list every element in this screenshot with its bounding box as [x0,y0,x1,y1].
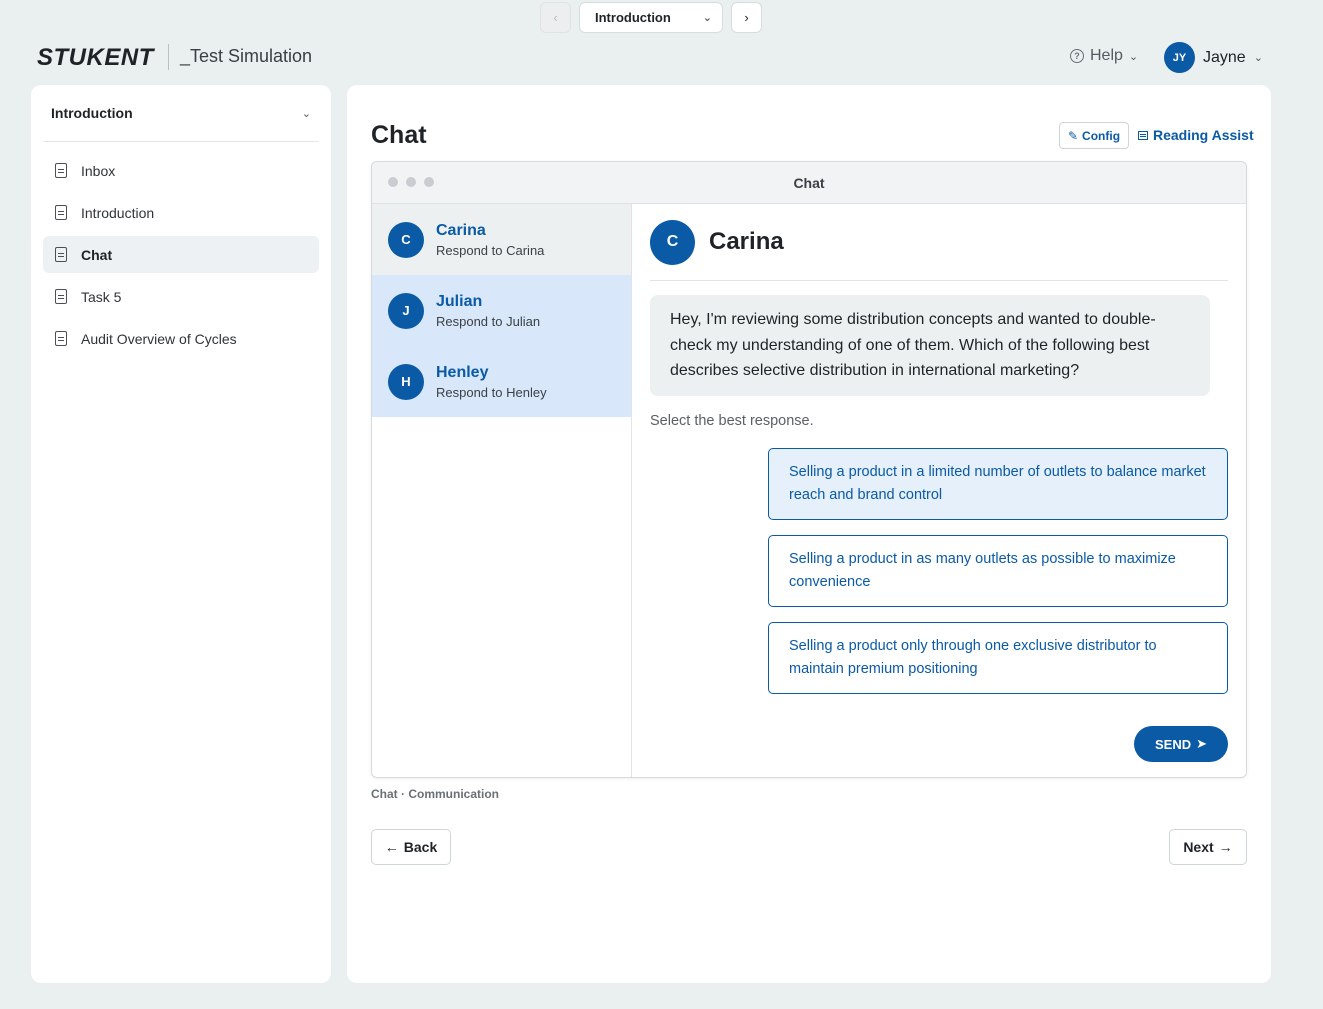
user-name: Jayne [1203,48,1246,66]
header-divider [168,44,169,70]
user-avatar: JY [1164,42,1195,73]
document-icon [55,205,67,220]
contact-julian[interactable]: J Julian Respond to Julian [372,275,631,346]
contact-carina[interactable]: C Carina Respond to Carina [372,204,631,275]
contact-name: Julian [436,292,483,310]
reading-assist-button[interactable]: Reading Assist [1138,127,1254,143]
sidebar-item-chat[interactable]: Chat [43,236,319,273]
contact-list: C Carina Respond to Carina J Julian Resp… [372,204,632,777]
document-icon [55,289,67,304]
sidebar-section-toggle[interactable]: Introduction ⌄ [43,85,319,142]
contact-name: Henley [436,363,489,381]
chevron-down-icon: ⌄ [1253,52,1263,64]
user-menu[interactable]: JY Jayne ⌄ [1164,42,1263,73]
window-title-bar: Chat [372,162,1246,204]
simulation-title: _Test Simulation [180,46,313,66]
contact-subtitle: Respond to Carina [436,242,545,258]
chat-window: Chat C Carina Respond to Carina J Julian… [371,161,1247,778]
chevron-down-icon: ⌄ [1128,50,1139,63]
incoming-message: Hey, I'm reviewing some distribution con… [650,295,1210,396]
sidebar-item-label: Task 5 [81,288,122,305]
document-icon [55,247,67,262]
response-option-2[interactable]: Selling a product in as many outlets as … [768,534,1228,607]
send-label: SEND [1154,736,1192,752]
sidebar-item-label: Inbox [81,162,116,179]
reading-assist-label: Reading Assist [1153,127,1254,143]
main-panel: Chat ✎ Config Reading Assist Chat C Cari… [347,85,1271,983]
contact-avatar: H [388,363,424,400]
prev-module-button[interactable]: ‹ [540,2,571,33]
send-button[interactable]: SEND ➤ [1134,726,1228,762]
back-label: Back [403,839,438,855]
sidebar-item-audit-overview[interactable]: Audit Overview of Cycles [43,320,319,357]
stukent-logo: STUKENT [37,44,154,71]
help-label: Help [1090,47,1123,64]
contact-avatar: C [388,221,424,258]
conversation-avatar: C [650,219,695,265]
sidebar: Introduction ⌄ Inbox Introduction Chat T… [31,85,331,983]
chat-caption: Chat · Communication [371,787,499,801]
arrow-right-icon: → [1218,839,1233,855]
sidebar-section-title: Introduction [51,105,133,121]
document-icon [55,331,67,346]
module-select[interactable]: Introduction ⌄ [579,2,723,33]
chevron-down-icon: ⌄ [301,107,311,120]
arrow-left-icon: ← [384,839,399,855]
response-options: Selling a product in a limited number of… [768,447,1228,694]
conversation-name: Carina [709,228,784,255]
module-select-value: Introduction [595,10,671,25]
contact-subtitle: Respond to Julian [436,313,541,329]
module-nav: ‹ Introduction ⌄ › [540,2,762,33]
sidebar-item-label: Chat [81,246,113,263]
chevron-down-icon: ⌄ [702,12,712,24]
conversation-pane: C Carina Hey, I'm reviewing some distrib… [632,204,1246,777]
page-title: Chat [371,121,427,149]
sidebar-item-inbox[interactable]: Inbox [43,152,319,189]
next-module-button[interactable]: › [731,2,762,33]
response-option-1[interactable]: Selling a product in a limited number of… [768,447,1228,520]
document-icon [55,163,67,178]
back-button[interactable]: ← Back [371,829,451,865]
response-option-3[interactable]: Selling a product only through one exclu… [768,621,1228,694]
contact-henley[interactable]: H Henley Respond to Henley [372,346,631,417]
config-button[interactable]: ✎ Config [1059,122,1129,149]
reading-icon [1138,130,1148,140]
contact-avatar: J [388,292,424,329]
next-button[interactable]: Next → [1169,829,1247,865]
sidebar-item-introduction[interactable]: Introduction [43,194,319,231]
window-title: Chat [793,175,825,191]
send-arrow-icon: ➤ [1196,736,1208,751]
conversation-header: C Carina [650,204,1228,281]
sidebar-item-label: Introduction [81,204,155,221]
help-circle-icon: ? [1070,49,1084,63]
chat-body: C Carina Respond to Carina J Julian Resp… [372,204,1246,777]
chevron-left-icon: ‹ [553,10,558,25]
contact-subtitle: Respond to Henley [436,384,547,400]
config-label: Config [1082,128,1121,143]
help-menu[interactable]: ? Help ⌄ [1070,47,1138,65]
contact-name: Carina [436,221,486,239]
sidebar-item-task-5[interactable]: Task 5 [43,278,319,315]
next-label: Next [1183,839,1214,855]
sidebar-item-label: Audit Overview of Cycles [81,330,237,347]
pencil-icon: ✎ [1067,128,1079,143]
response-hint: Select the best response. [650,412,814,429]
chevron-right-icon: › [744,10,749,25]
